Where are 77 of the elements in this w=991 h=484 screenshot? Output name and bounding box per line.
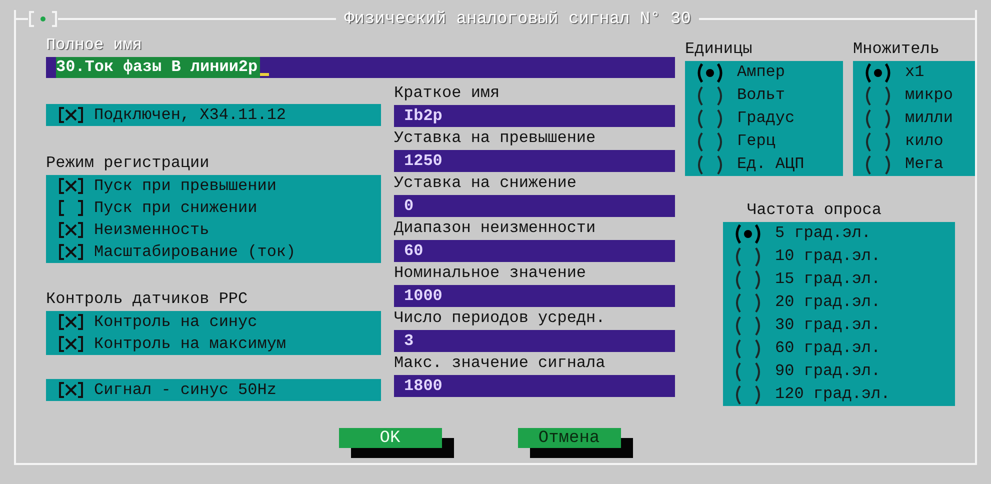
checkbox[interactable] [58, 177, 84, 195]
checkbox[interactable] [58, 243, 84, 261]
checkbox[interactable] [58, 335, 84, 353]
input-field[interactable]: 1800 [394, 375, 675, 397]
checkbox-label: Контроль на максимум [94, 334, 286, 354]
radio-button[interactable] [733, 316, 763, 336]
checkbox[interactable] [58, 381, 84, 399]
text-cursor [260, 73, 269, 76]
radio-button[interactable] [733, 224, 763, 244]
radio-label: Вольт [737, 85, 786, 106]
radio-button[interactable] [863, 62, 893, 82]
checkbox[interactable] [58, 313, 84, 331]
checkbox[interactable] [58, 221, 84, 239]
radio-button[interactable] [695, 62, 725, 82]
radio-button[interactable] [695, 154, 725, 174]
input-field[interactable]: 1250 [394, 150, 675, 172]
checkbox[interactable] [58, 106, 84, 124]
radio-button[interactable] [733, 338, 763, 358]
group-title: Единицы [685, 39, 754, 60]
section-title: Режим регистрации [46, 153, 210, 174]
checkbox-label: Контроль на синус [94, 312, 258, 332]
field-label: Макс. значение сигнала [394, 353, 606, 374]
radio-button[interactable] [863, 132, 893, 152]
radio-button[interactable] [733, 270, 763, 290]
radio-button[interactable] [733, 292, 763, 312]
checkbox-label: Масштабирование (ток) [94, 242, 296, 262]
radio-label: 120 град.эл. [775, 384, 890, 405]
radio-button[interactable] [863, 86, 893, 106]
group-title: Частота опроса [746, 200, 882, 221]
radio-label: 15 град.эл. [775, 269, 881, 290]
radio-label: кило [905, 131, 944, 152]
input-field[interactable]: 1000 [394, 285, 675, 307]
radio-label: милли [905, 108, 954, 129]
radio-label: 90 град.эл. [775, 361, 881, 382]
radio-label: Мега [905, 154, 944, 175]
input-field[interactable]: 0 [394, 195, 675, 217]
field-label: Число периодов усредн. [394, 308, 606, 329]
checkbox-label: Сигнал - синус 50Hz [94, 380, 276, 400]
field-label: Номинальное значение [394, 263, 588, 284]
field-label: Полное имя [46, 35, 144, 56]
checkbox-label: Пуск при снижении [94, 198, 258, 218]
group-title: Множитель [853, 39, 940, 60]
input-field[interactable]: 3 [394, 330, 675, 352]
checkbox-label: Пуск при превышении [94, 176, 276, 196]
dialog-button[interactable]: Отмена [518, 428, 620, 448]
radio-button[interactable] [733, 384, 763, 404]
radio-label: x1 [905, 62, 924, 83]
radio-label: 10 град.эл. [775, 246, 881, 267]
radio-button[interactable] [733, 362, 763, 382]
field-label: Краткое имя [394, 83, 501, 104]
radio-label: 60 град.эл. [775, 338, 881, 359]
radio-button[interactable] [863, 154, 893, 174]
radio-label: Герц [737, 131, 776, 152]
input-field[interactable]: Ib2p [394, 105, 675, 127]
radio-button[interactable] [733, 246, 763, 266]
radio-label: микро [905, 85, 954, 106]
radio-button[interactable] [863, 108, 893, 128]
checkbox-label: Неизменность [94, 220, 210, 240]
section-title: Контроль датчиков PPC [46, 289, 249, 310]
field-label: Уставка на снижение [394, 173, 578, 194]
radio-label: 5 град.эл. [775, 223, 872, 244]
radio-button[interactable] [695, 132, 725, 152]
close-icon[interactable] [28, 11, 58, 27]
checkbox-label: Подключен, Х34.11.12 [94, 104, 286, 126]
field-label: Уставка на превышение [394, 128, 597, 149]
radio-label: 20 град.эл. [775, 292, 881, 313]
radio-label: Градус [737, 108, 795, 129]
checkbox[interactable] [58, 199, 84, 217]
window-title: Физический аналоговый сигнал N° 30 [343, 10, 692, 28]
field-label: Диапазон неизменности [394, 218, 597, 239]
radio-label: Ампер [737, 62, 786, 83]
name-input-field[interactable]: 30.Ток фазы В линии2р [46, 57, 675, 78]
input-field[interactable]: 60 [394, 240, 675, 262]
radio-button[interactable] [695, 86, 725, 106]
radio-label: 30 град.эл. [775, 315, 881, 336]
radio-label: Ед. АЦП [737, 154, 804, 175]
radio-button[interactable] [695, 108, 725, 128]
